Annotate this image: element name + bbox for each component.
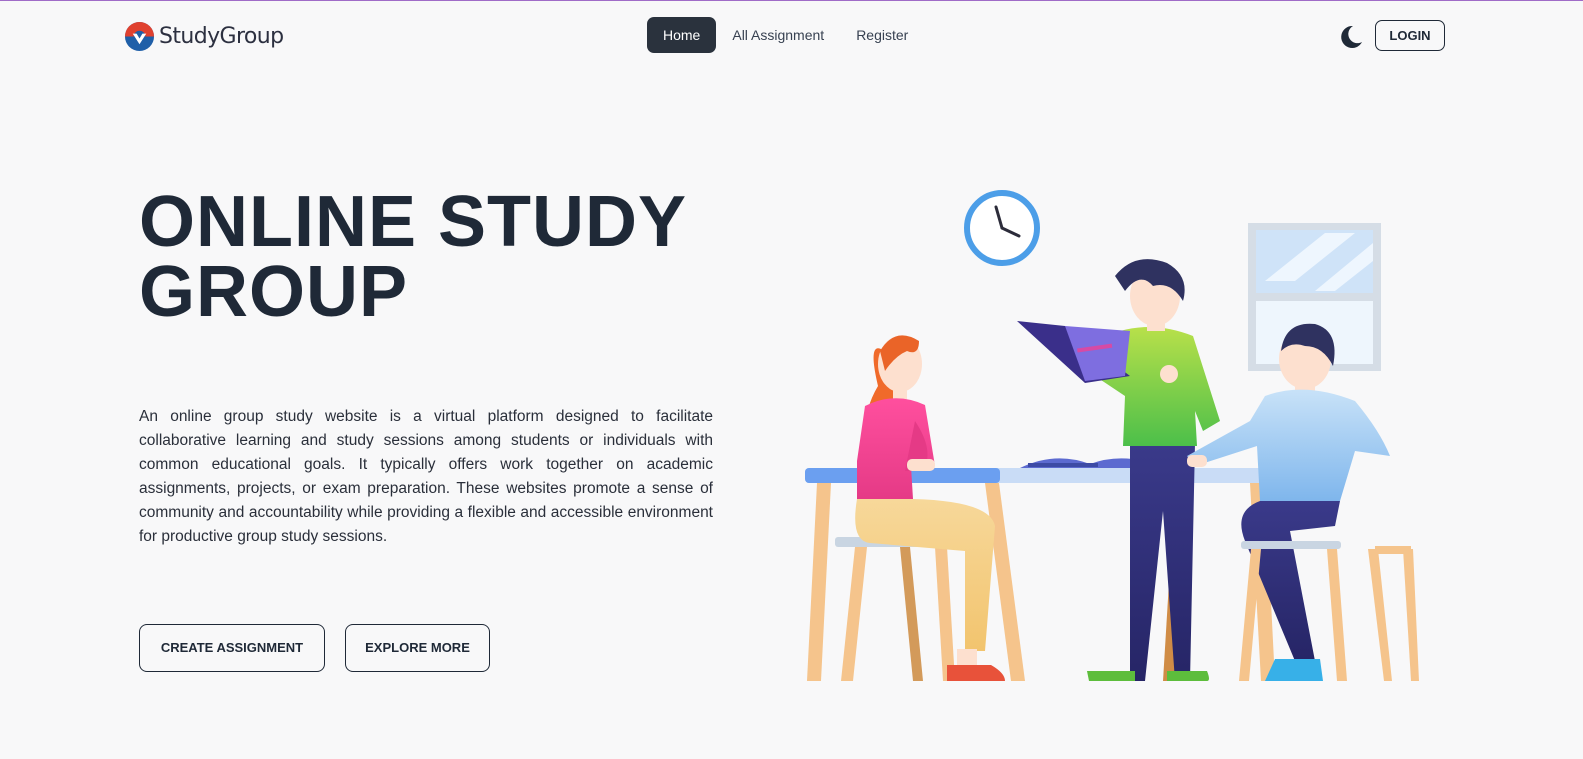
- hero-description: An online group study website is a virtu…: [139, 408, 713, 545]
- explore-more-button[interactable]: EXPLORE MORE: [345, 624, 490, 672]
- login-button[interactable]: LOGIN: [1375, 20, 1445, 51]
- chair-right: [1368, 546, 1419, 681]
- study-group-illustration: [805, 190, 1419, 681]
- hero-title-line2: GROUP: [139, 252, 409, 332]
- hero-title-line1: ONLINE STUDY: [139, 182, 688, 262]
- moon-icon: [1341, 25, 1362, 48]
- student-seated: [1187, 323, 1390, 681]
- nav-register[interactable]: Register: [840, 17, 924, 53]
- theme-toggle[interactable]: [1336, 23, 1364, 51]
- clock-icon: [964, 190, 1040, 266]
- chair-left: [835, 537, 955, 681]
- logo[interactable]: StudyGroup: [124, 19, 284, 53]
- hero-title: ONLINE STUDY GROUP: [139, 186, 759, 328]
- nav-home[interactable]: Home: [647, 17, 717, 53]
- navbar: StudyGroup Home All Assignment Register …: [0, 1, 1583, 71]
- student-girl: [855, 335, 1005, 681]
- logo-text: StudyGroup: [159, 23, 284, 49]
- logo-icon: [124, 21, 155, 51]
- nav-all-assignment[interactable]: All Assignment: [716, 17, 840, 53]
- create-assignment-button[interactable]: CREATE ASSIGNMENT: [139, 624, 325, 672]
- nav-links: Home All Assignment Register: [647, 17, 924, 53]
